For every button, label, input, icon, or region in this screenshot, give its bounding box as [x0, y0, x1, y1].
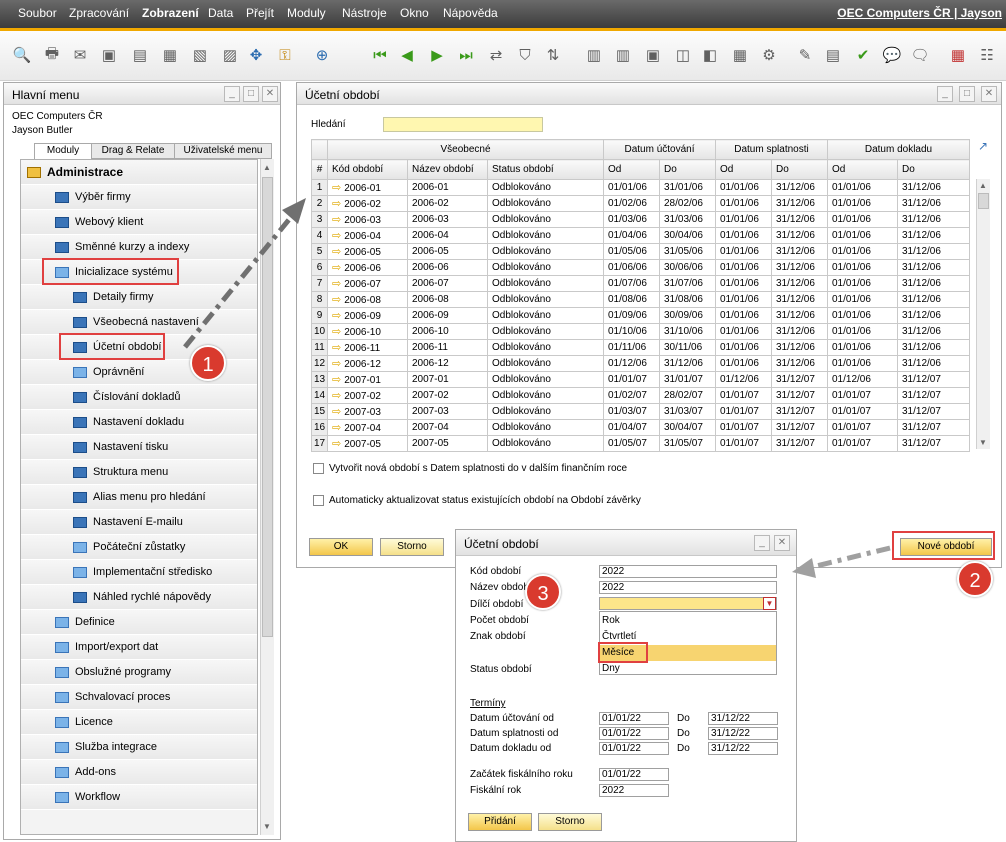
step-badge-2: 2	[957, 561, 993, 597]
annotation-arrows	[183, 198, 891, 578]
arrow-2-head	[792, 558, 816, 578]
arrow-1-line	[183, 209, 298, 349]
step-badge-3: 3	[525, 574, 561, 610]
arrow-2-line	[807, 545, 891, 571]
step-badge-1: 1	[190, 345, 226, 381]
